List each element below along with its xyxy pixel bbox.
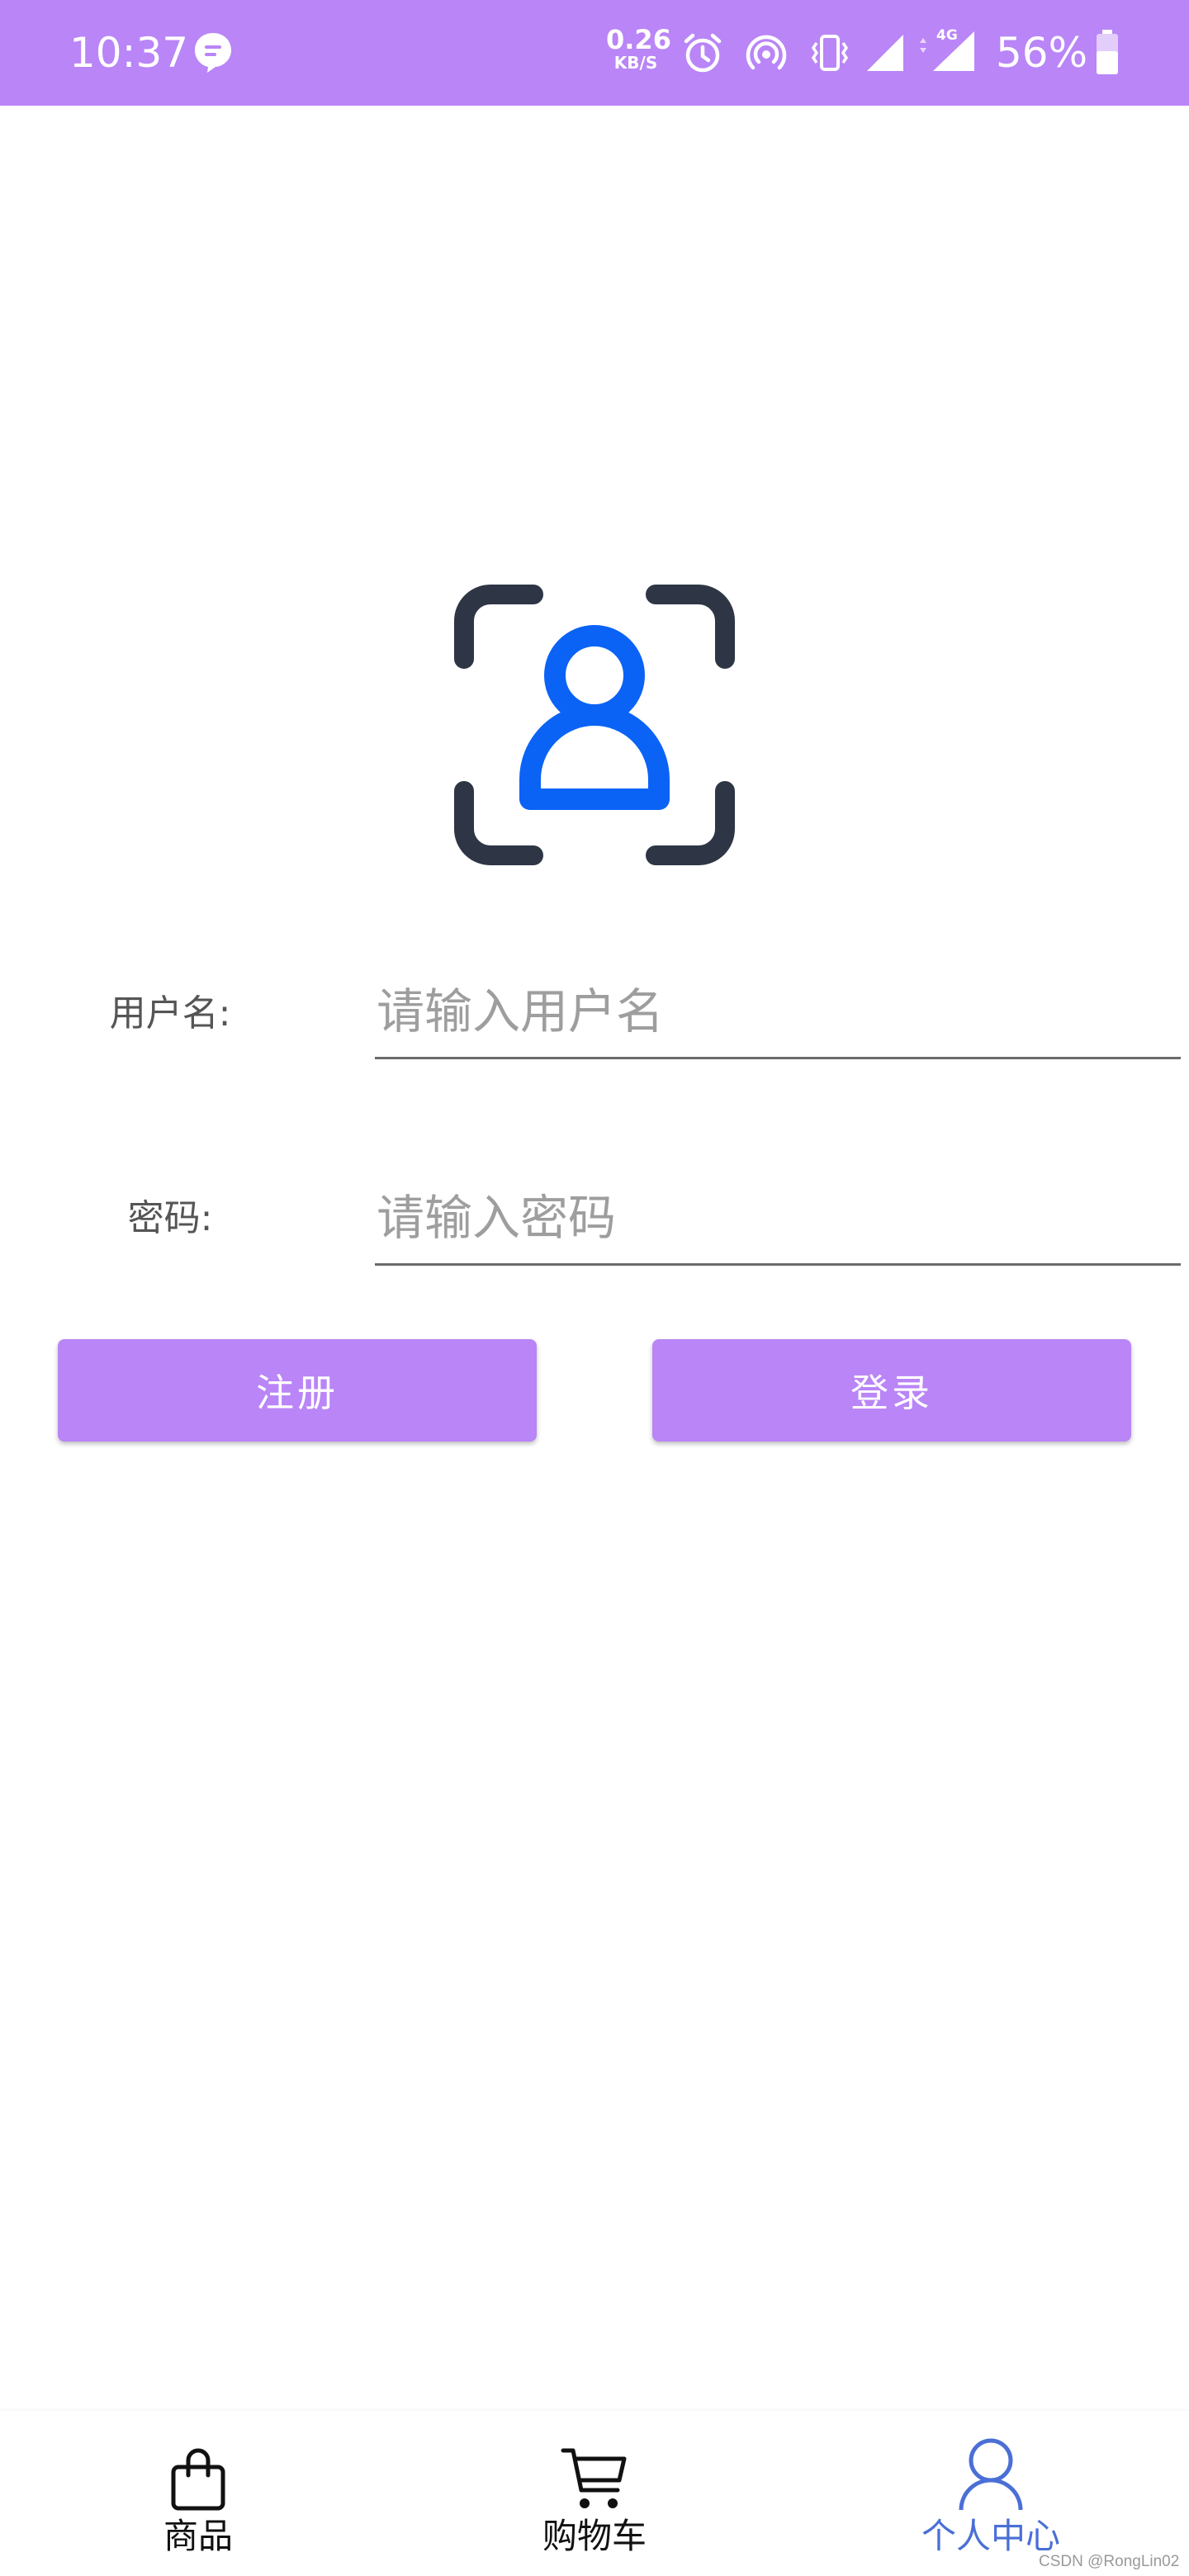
nav-item-cart[interactable]: 购物车 [396, 2411, 793, 2576]
watermark: CSDN @RongLin02 [1039, 2553, 1180, 2570]
status-bar: 10:37 0.26 KB/S 4G 56% [0, 0, 1189, 106]
network-speed-value: 0.26 [606, 24, 671, 55]
signal-icon [864, 31, 907, 78]
password-input[interactable] [375, 1172, 1181, 1266]
vibrate-icon [809, 31, 850, 78]
user-icon [959, 2438, 1023, 2511]
alarm-icon [682, 31, 723, 78]
battery-percent: 56% [996, 29, 1088, 77]
signal-4g-icon: 4G [913, 25, 979, 78]
username-input[interactable] [375, 966, 1181, 1059]
nav-item-profile[interactable]: 个人中心 [793, 2411, 1189, 2576]
network-speed-unit: KB/S [613, 53, 658, 73]
status-time: 10:37 [69, 29, 189, 77]
user-scan-icon [454, 585, 735, 865]
register-button[interactable]: 注册 [58, 1339, 537, 1442]
network-type-label: 4G [936, 27, 958, 44]
password-label: 密码: [127, 1197, 213, 1239]
bottom-navigation: 商品 购物车 个人中心 [0, 2411, 1189, 2576]
battery-icon [1095, 30, 1120, 79]
nav-label-products: 商品 [163, 2516, 233, 2556]
nav-label-cart: 购物车 [542, 2516, 647, 2556]
username-label: 用户名: [109, 992, 231, 1035]
network-speed: 0.26 KB/S [606, 24, 671, 73]
message-icon [193, 31, 233, 74]
shopping-bag-icon [171, 2448, 225, 2511]
hotspot-icon [745, 31, 788, 78]
login-button[interactable]: 登录 [652, 1339, 1131, 1442]
nav-item-products[interactable]: 商品 [0, 2411, 396, 2576]
cart-icon [561, 2448, 627, 2508]
